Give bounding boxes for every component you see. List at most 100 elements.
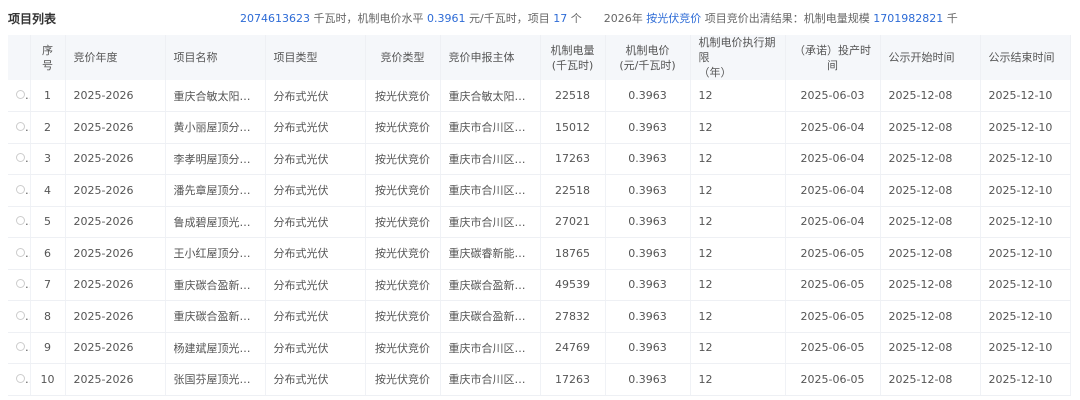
column-header[interactable]: 竞价类型 bbox=[365, 35, 441, 80]
table-cell: 2025-2026 bbox=[65, 143, 166, 175]
table-cell: 2025-12-10 bbox=[980, 111, 1071, 144]
table-cell: 2025-2026 bbox=[65, 111, 166, 144]
table-cell: 2025-12-08 bbox=[880, 80, 981, 112]
table-cell: 分布式光伏 bbox=[265, 269, 366, 301]
table-cell: 2025-06-05 bbox=[785, 237, 881, 270]
row-select-cell[interactable] bbox=[8, 143, 31, 175]
row-radio[interactable] bbox=[16, 121, 25, 131]
row-select-cell[interactable] bbox=[8, 206, 31, 238]
row-radio[interactable] bbox=[16, 279, 25, 289]
row-radio[interactable] bbox=[16, 216, 25, 226]
table-cell: 12 bbox=[690, 300, 786, 333]
table-cell: 鲁成碧屋顶光伏... bbox=[165, 206, 266, 238]
table-cell: 分布式光伏 bbox=[265, 332, 366, 364]
table-cell: 0.3963 bbox=[605, 206, 691, 238]
table-cell: 重庆碳合盈新能... bbox=[440, 269, 541, 301]
table-row[interactable]: 3 2025-2026 李孝明屋顶分布... 分布式光伏 按光伏竞价 重庆市合川区沛...… bbox=[8, 143, 1071, 175]
table-row[interactable]: 7 2025-2026 重庆碳合盈新能... 分布式光伏 按光伏竞价 重庆碳合盈新能...… bbox=[8, 269, 1071, 301]
column-header[interactable]: 公示结束时间 bbox=[980, 35, 1071, 80]
table-cell: 重庆碳合盈新能... bbox=[440, 300, 541, 333]
row-radio[interactable] bbox=[16, 184, 25, 194]
table-row[interactable]: 10 2025-2026 张国芬屋顶光伏... 分布式光伏 按光伏竞价 重庆市合川区沛..… bbox=[8, 363, 1071, 396]
row-select-cell[interactable] bbox=[8, 111, 31, 144]
table-cell: 2025-12-10 bbox=[980, 143, 1071, 175]
row-radio[interactable] bbox=[16, 247, 25, 257]
summary-text: 2026年 bbox=[603, 12, 647, 25]
table-cell: 黄小丽屋顶分布... bbox=[165, 111, 266, 144]
row-select-cell[interactable] bbox=[8, 80, 31, 112]
table-cell: 22518 bbox=[540, 80, 606, 112]
summary-price: 0.3961 bbox=[427, 12, 466, 25]
table-cell: 分布式光伏 bbox=[265, 111, 366, 144]
table-cell: 分布式光伏 bbox=[265, 206, 366, 238]
table-cell: 2025-06-05 bbox=[785, 363, 881, 396]
table-cell: 0.3963 bbox=[605, 269, 691, 301]
table-cell: 12 bbox=[690, 269, 786, 301]
row-select-cell[interactable] bbox=[8, 237, 31, 270]
column-header[interactable]: 竞价申报主体 bbox=[440, 35, 541, 80]
row-select-cell[interactable] bbox=[8, 300, 31, 333]
table-cell: 2025-12-08 bbox=[880, 300, 981, 333]
table-cell: 分布式光伏 bbox=[265, 174, 366, 207]
row-radio[interactable] bbox=[16, 373, 25, 383]
table-cell: 12 bbox=[690, 111, 786, 144]
table-cell: 分布式光伏 bbox=[265, 300, 366, 333]
table-cell: 重庆市合川区沛... bbox=[440, 111, 541, 144]
table-cell: 重庆市合川区沛... bbox=[440, 332, 541, 364]
column-header[interactable]: 竞价年度 bbox=[65, 35, 166, 80]
column-header[interactable]: 机制电量 (千瓦时) bbox=[540, 35, 606, 80]
table-cell: 0.3963 bbox=[605, 80, 691, 112]
column-header[interactable]: 机制电价 (元/千瓦时) bbox=[605, 35, 691, 80]
table-row[interactable]: 5 2025-2026 鲁成碧屋顶光伏... 分布式光伏 按光伏竞价 重庆市合川区沛...… bbox=[8, 206, 1071, 238]
table-cell: 12 bbox=[690, 80, 786, 112]
row-select-cell[interactable] bbox=[8, 269, 31, 301]
row-radio[interactable] bbox=[16, 342, 25, 352]
row-select-cell[interactable] bbox=[8, 363, 31, 396]
table-cell: 2025-2026 bbox=[65, 332, 166, 364]
table-cell: 2025-12-08 bbox=[880, 143, 981, 175]
row-select-cell[interactable] bbox=[8, 332, 31, 364]
table-cell: 5 bbox=[30, 206, 66, 238]
table-cell: 9 bbox=[30, 332, 66, 364]
row-radio[interactable] bbox=[16, 153, 25, 163]
table-cell: 2 bbox=[30, 111, 66, 144]
page-title: 项目列表 bbox=[8, 12, 57, 26]
table-row[interactable]: 9 2025-2026 杨建斌屋顶光伏... 分布式光伏 按光伏竞价 重庆市合川区沛...… bbox=[8, 332, 1071, 364]
table-cell: 4 bbox=[30, 174, 66, 207]
table-cell: 按光伏竞价 bbox=[365, 237, 441, 270]
column-header[interactable]: 序号 bbox=[30, 35, 66, 80]
column-header[interactable]: （承诺）投产时间 bbox=[785, 35, 881, 80]
table-cell: 8 bbox=[30, 300, 66, 333]
table-cell: 2025-12-10 bbox=[980, 174, 1071, 207]
table-row[interactable]: 8 2025-2026 重庆碳合盈新能... 分布式光伏 按光伏竞价 重庆碳合盈新能...… bbox=[8, 300, 1071, 333]
table-cell: 2025-06-05 bbox=[785, 269, 881, 301]
table-cell: 2025-12-10 bbox=[980, 237, 1071, 270]
table-cell: 重庆市合川区沛... bbox=[440, 206, 541, 238]
row-radio[interactable] bbox=[16, 310, 25, 320]
column-header[interactable]: 公示开始时间 bbox=[880, 35, 981, 80]
table-row[interactable]: 4 2025-2026 潘先章屋顶分布... 分布式光伏 按光伏竞价 重庆市合川区沛...… bbox=[8, 174, 1071, 207]
table-row[interactable]: 1 2025-2026 重庆合敏太阳能... 分布式光伏 按光伏竞价 重庆合敏太阳能...… bbox=[8, 80, 1071, 112]
table-cell: 重庆市合川区沛... bbox=[440, 363, 541, 396]
table-cell: 重庆市合川区沛... bbox=[440, 143, 541, 175]
table-cell: 重庆合敏太阳能... bbox=[440, 80, 541, 112]
table-cell: 49539 bbox=[540, 269, 606, 301]
table-header: 序号 竞价年度 项目名称 项目类型 竞价类型 竞价申报主体 机制电量 (千瓦时) 机制电价 (… bbox=[8, 35, 1071, 80]
table-cell: 按光伏竞价 bbox=[365, 143, 441, 175]
row-select-cell[interactable] bbox=[8, 174, 31, 207]
column-header[interactable]: 项目类型 bbox=[265, 35, 366, 80]
table-cell: 1 bbox=[30, 80, 66, 112]
table-cell: 李孝明屋顶分布... bbox=[165, 143, 266, 175]
table-cell: 3 bbox=[30, 143, 66, 175]
summary-text: 项目竞价出清结果：机制电量规模 bbox=[701, 12, 874, 25]
table-cell: 潘先章屋顶分布... bbox=[165, 174, 266, 207]
column-header[interactable]: 项目名称 bbox=[165, 35, 266, 80]
table-row[interactable]: 6 2025-2026 王小红屋顶分布... 分布式光伏 按光伏竞价 重庆碳睿新能源...… bbox=[8, 237, 1071, 270]
row-radio[interactable] bbox=[16, 90, 25, 99]
table-cell: 2025-12-10 bbox=[980, 80, 1071, 112]
table-cell: 2025-12-10 bbox=[980, 269, 1071, 301]
column-header[interactable]: 机制电价执行期限 （年） bbox=[690, 35, 786, 80]
table-cell: 重庆合敏太阳能... bbox=[165, 80, 266, 112]
table-row[interactable]: 2 2025-2026 黄小丽屋顶分布... 分布式光伏 按光伏竞价 重庆市合川区沛...… bbox=[8, 111, 1071, 144]
table-cell: 2025-12-10 bbox=[980, 363, 1071, 396]
